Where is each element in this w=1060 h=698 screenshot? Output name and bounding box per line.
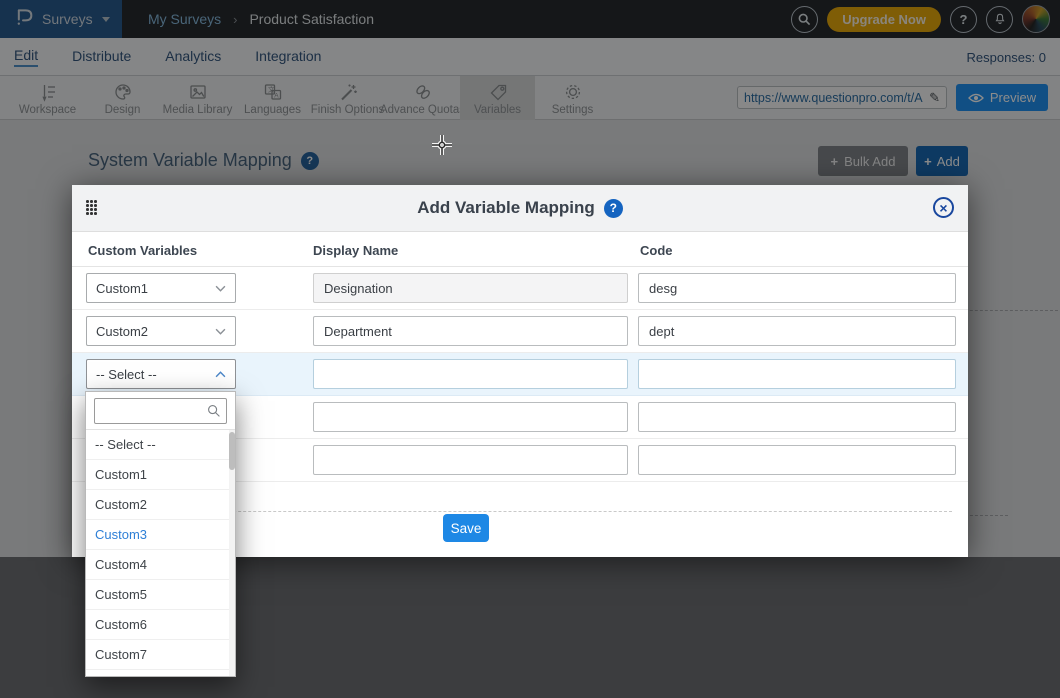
custom-variable-dropdown: -- Select -- Custom1 Custom2 Custom3 Cus… [85,391,236,677]
display-name-input-2[interactable] [313,316,628,346]
custom-variable-select-1[interactable]: Custom1 [86,273,236,303]
dropdown-scrollbar-thumb[interactable] [229,432,235,470]
dropdown-options-list: -- Select -- Custom1 Custom2 Custom3 Cus… [86,429,235,676]
code-input-1[interactable] [638,273,956,303]
chevron-up-icon [215,371,226,378]
column-display-name: Display Name [313,232,398,269]
modal-title: Add Variable Mapping [417,198,595,218]
chevron-down-icon [215,328,226,335]
dropdown-scrollbar[interactable] [229,430,235,676]
chevron-down-icon [215,285,226,292]
display-name-input-5[interactable] [313,445,628,475]
dropdown-option-custom6[interactable]: Custom6 [86,610,235,640]
modal-help-icon[interactable]: ? [604,199,623,218]
dropdown-option-custom7[interactable]: Custom7 [86,640,235,670]
dropdown-option-custom4[interactable]: Custom4 [86,550,235,580]
custom-variable-select-2[interactable]: Custom2 [86,316,236,346]
mapping-row: Custom1 [72,267,968,310]
dropdown-option-custom5[interactable]: Custom5 [86,580,235,610]
custom-variable-select-3[interactable]: -- Select -- [86,359,236,389]
modal-header: Add Variable Mapping ? × [72,185,968,232]
mapping-row-active: -- Select -- [72,353,968,396]
code-input-3[interactable] [638,359,956,389]
mapping-row: Custom2 [72,310,968,353]
save-button[interactable]: Save [443,514,489,542]
questionpro-app: Surveys My Surveys › Product Satisfactio… [0,0,1060,698]
display-name-input-1[interactable] [313,273,628,303]
dropdown-option-custom1[interactable]: Custom1 [86,460,235,490]
close-icon[interactable]: × [933,197,954,218]
dropdown-option-custom3[interactable]: Custom3 [86,520,235,550]
mouse-cursor [430,133,454,157]
display-name-input-4[interactable] [313,402,628,432]
column-code: Code [640,232,673,269]
column-headers: Custom Variables Display Name Code [72,232,968,267]
display-name-input-3[interactable] [313,359,628,389]
code-input-4[interactable] [638,402,956,432]
search-icon [207,404,221,418]
drag-handle-icon[interactable] [86,200,98,216]
column-custom-variables: Custom Variables [88,232,197,269]
code-input-5[interactable] [638,445,956,475]
dropdown-option-custom2[interactable]: Custom2 [86,490,235,520]
code-input-2[interactable] [638,316,956,346]
dropdown-option-select[interactable]: -- Select -- [86,430,235,460]
